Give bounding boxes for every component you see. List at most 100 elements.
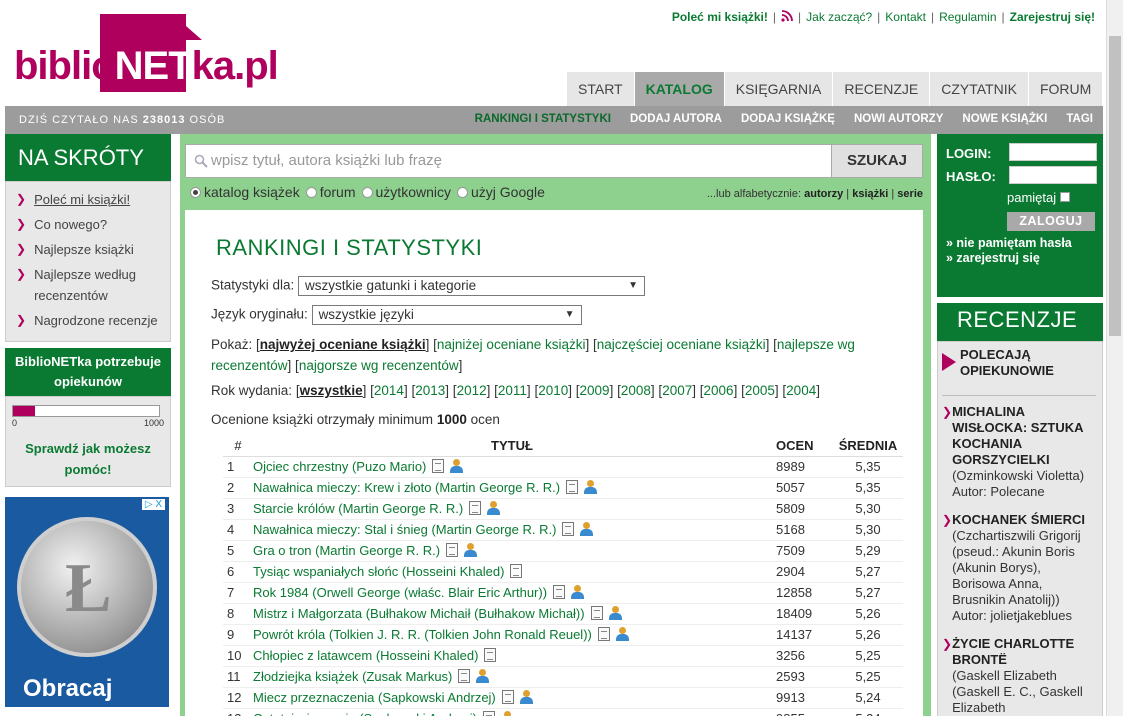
book-title-link[interactable]: Rok 1984 (Orwell George (właśc. Blair Er… [253, 585, 547, 600]
users-icon[interactable] [462, 543, 478, 557]
document-icon[interactable] [590, 606, 603, 620]
document-icon[interactable] [597, 627, 610, 641]
help-link[interactable]: Sprawdź jak możesz pomóc! [12, 438, 164, 480]
year-link[interactable]: 2014 [374, 383, 404, 398]
book-title-link[interactable]: Miecz przeznaczenia (Sapkowski Andrzej) [253, 690, 496, 705]
register-link[interactable]: » zarejestruj się [946, 251, 1040, 265]
users-icon[interactable] [578, 522, 594, 536]
year-link[interactable]: 2009 [580, 383, 610, 398]
toplink-regulamin[interactable]: Regulamin [939, 10, 996, 24]
review-item[interactable]: ❯ KOCHANEK ŚMIERCI (Czchartiszwili Grigori… [942, 512, 1096, 624]
document-icon[interactable] [510, 564, 523, 578]
subnav-dodaj-autora[interactable]: DODAJ AUTORA [630, 113, 722, 125]
year-link[interactable]: 2007 [662, 383, 692, 398]
year-link[interactable]: 2008 [621, 383, 651, 398]
year-link[interactable]: 2013 [415, 383, 445, 398]
rss-icon[interactable] [781, 10, 793, 22]
document-icon[interactable] [484, 648, 497, 662]
search-button[interactable]: SZUKAJ [831, 144, 923, 178]
show-worst-reviewers[interactable]: najgorsze wg recenzentów [299, 358, 459, 373]
forgot-password-link[interactable]: » nie pamiętam hasła [946, 236, 1072, 250]
document-icon[interactable] [482, 711, 495, 716]
year-link[interactable]: 2010 [538, 383, 568, 398]
toplink-zarejestruj[interactable]: Zarejestruj się! [1010, 10, 1095, 24]
year-all[interactable]: wszystkie [300, 383, 363, 398]
book-title-link[interactable]: Chłopiec z latawcem (Hosseini Khaled) [253, 648, 478, 663]
subnav-tagi[interactable]: TAGI [1066, 113, 1093, 125]
advertisement[interactable]: ▷ X Ł Obracaj [5, 497, 169, 707]
year-link[interactable]: 2006 [704, 383, 734, 398]
shortcut-item[interactable]: ❯ Najlepsze książki [16, 239, 164, 260]
subnav-rankingi[interactable]: RANKINGI I STATYSTYKI [475, 113, 611, 125]
book-title-link[interactable]: Ojciec chrzestny (Puzo Mario) [253, 459, 426, 474]
remember-checkbox[interactable] [1060, 192, 1071, 202]
users-icon[interactable] [518, 690, 534, 704]
users-icon[interactable] [607, 606, 623, 620]
login-input[interactable] [1009, 143, 1097, 161]
shortcut-item[interactable]: ❯ Co nowego? [16, 214, 164, 235]
users-icon[interactable] [614, 627, 630, 641]
document-icon[interactable] [432, 459, 445, 473]
tab-start[interactable]: START [567, 72, 635, 106]
toplink-polec[interactable]: Poleć mi książki! [672, 10, 768, 24]
toplink-jak-zaczac[interactable]: Jak zacząć? [806, 10, 872, 24]
book-title-link[interactable]: Nawałnica mieczy: Stal i śnieg (Martin G… [253, 522, 556, 537]
ad-close-icon[interactable]: ▷ X [141, 499, 165, 510]
tab-czytatnik[interactable]: CZYTATNIK [930, 72, 1029, 106]
col-srednia[interactable]: ŚREDNIA [833, 436, 903, 457]
alfa-serie[interactable]: serie [897, 188, 923, 200]
login-button[interactable]: ZALOGUJ [1007, 212, 1095, 231]
book-title-link[interactable]: Nawałnica mieczy: Krew i złoto (Martin G… [253, 480, 560, 495]
radio-google[interactable]: użyj Google [456, 184, 545, 200]
document-icon[interactable] [458, 669, 471, 683]
users-icon[interactable] [485, 501, 501, 515]
password-input[interactable] [1009, 166, 1097, 184]
shortcut-item[interactable]: ❯ Najlepsze według recenzentów [16, 264, 164, 306]
review-item[interactable]: ❯ MICHALINA WISŁOCKA: SZTUKA KOCHANIA GOR… [942, 404, 1096, 500]
alfa-ksiazki[interactable]: książki [852, 188, 888, 200]
radio-forum[interactable]: forum [305, 184, 356, 200]
book-title-link[interactable]: Złodziejka książek (Zusak Markus) [253, 669, 452, 684]
users-icon[interactable] [448, 459, 464, 473]
toplink-kontakt[interactable]: Kontakt [885, 10, 926, 24]
tab-katalog[interactable]: KATALOG [634, 72, 725, 106]
radio-katalog[interactable]: katalog książek [190, 184, 300, 200]
book-title-link[interactable]: Tysiąc wspaniałych słońc (Hosseini Khale… [253, 564, 504, 579]
document-icon[interactable] [562, 522, 575, 536]
tab-ksiegarnia[interactable]: KSIĘGARNIA [724, 72, 834, 106]
book-title-link[interactable]: Starcie królów (Martin George R. R.) [253, 501, 463, 516]
document-icon[interactable] [553, 585, 566, 599]
document-icon[interactable] [446, 543, 459, 557]
year-link[interactable]: 2005 [745, 383, 775, 398]
review-item[interactable]: ❯ ŻYCIE CHARLOTTE BRONTË (Gaskell Elizabet… [942, 636, 1096, 716]
users-icon[interactable] [569, 585, 585, 599]
show-top-rated[interactable]: najwyżej oceniane książki [260, 337, 426, 352]
book-title-link[interactable]: Gra o tron (Martin George R. R.) [253, 543, 440, 558]
users-icon[interactable] [474, 669, 490, 683]
language-select[interactable]: wszystkie języki ▼ [311, 305, 582, 325]
col-ocen[interactable]: OCEN [771, 436, 833, 457]
document-icon[interactable] [566, 480, 579, 494]
tab-recenzje[interactable]: RECENZJE [833, 72, 931, 106]
document-icon[interactable] [501, 690, 514, 704]
year-link[interactable]: 2011 [498, 383, 527, 398]
genre-select[interactable]: wszystkie gatunki i kategorie ▼ [298, 276, 646, 296]
users-icon[interactable] [499, 711, 515, 716]
alfa-autorzy[interactable]: autorzy [804, 188, 843, 200]
tab-forum[interactable]: FORUM [1028, 72, 1104, 106]
site-logo[interactable]: biblioNETka.pl [14, 14, 279, 104]
subnav-nowi-autorzy[interactable]: NOWI AUTORZY [854, 113, 943, 125]
subnav-dodaj-ksiazke[interactable]: DODAJ KSIĄŻKĘ [741, 113, 835, 125]
search-input[interactable]: wpisz tytuł, autora książki lub frazę [185, 144, 832, 178]
col-title[interactable]: TYTUŁ [253, 436, 771, 457]
year-link[interactable]: 2004 [786, 383, 816, 398]
remember-me[interactable]: pamiętaj [1007, 190, 1071, 205]
scrollbar-thumb[interactable] [1109, 36, 1121, 336]
book-title-link[interactable]: Powrót króla (Tolkien J. R. R. (Tolkien … [253, 627, 592, 642]
users-icon[interactable] [582, 480, 598, 494]
shortcut-item[interactable]: ❯ Poleć mi książki! [16, 189, 164, 210]
year-link[interactable]: 2012 [457, 383, 487, 398]
show-most-rated[interactable]: najczęściej oceniane książki [597, 337, 766, 352]
page-scrollbar[interactable] [1106, 0, 1123, 716]
book-title-link[interactable]: Mistrz i Małgorzata (Bułhakow Michaił (B… [253, 606, 585, 621]
